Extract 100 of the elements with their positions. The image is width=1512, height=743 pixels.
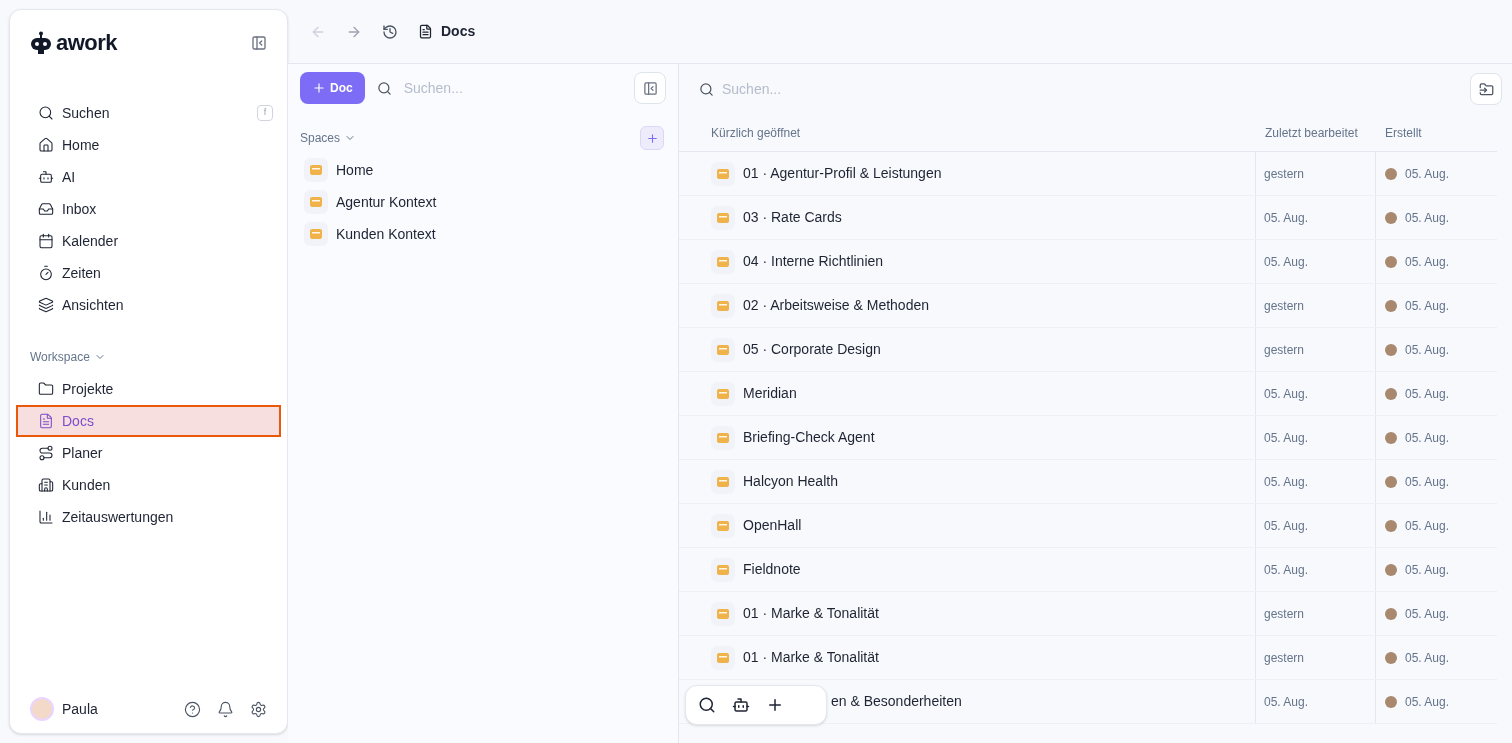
table-cell-text: 05. Aug.: [1405, 473, 1450, 491]
avatar: [1385, 387, 1397, 400]
doc-title[interactable]: Briefing-Check Agent: [743, 427, 875, 448]
table-cell-text: 05. Aug.: [1405, 561, 1450, 579]
document-icon: [418, 24, 433, 39]
doc-title[interactable]: 02 · Arbeitsweise & Methoden: [743, 295, 929, 316]
add-space-button[interactable]: [640, 126, 664, 150]
avatar: [1385, 475, 1397, 488]
folder-import-icon: [1478, 81, 1494, 97]
emoji-icon: [308, 194, 324, 210]
column-header[interactable]: Kürzlich geöffnet: [679, 123, 1256, 142]
table-cell-text: 05. Aug.: [1405, 605, 1450, 623]
search-field[interactable]: Suchen...: [403, 77, 622, 99]
table-cell-text: 05. Aug.: [1264, 429, 1309, 447]
table-cell-text: 05. Aug.: [1264, 253, 1309, 271]
table-cell-text: 05. Aug.: [1405, 341, 1450, 359]
doc-title[interactable]: Fieldnote: [743, 559, 801, 580]
robot-icon[interactable]: [732, 696, 750, 714]
table-cell-text: 05. Aug.: [1264, 385, 1309, 403]
sidebar-item[interactable]: Ansichten: [16, 289, 281, 321]
emoji-icon: [308, 226, 324, 242]
doc-title[interactable]: 01 · Marke & Tonalität: [743, 647, 879, 668]
doc-title[interactable]: 04 · Interne Richtlinien: [743, 251, 884, 272]
new-doc-button[interactable]: Doc: [300, 72, 365, 104]
collapse-panel-button[interactable]: [634, 72, 666, 104]
table-cell-text: 05. Aug.: [1405, 209, 1450, 227]
section-label[interactable]: Spaces: [300, 129, 341, 147]
layers-icon: [38, 297, 54, 313]
doc-title[interactable]: Halcyon Health: [743, 471, 838, 492]
plus-icon: [645, 131, 659, 145]
space-item[interactable]: Kunden Kontext: [336, 223, 436, 245]
sidebar-item[interactable]: Inbox: [16, 193, 281, 225]
robot-logo-icon: [30, 30, 52, 55]
collapse-sidebar-icon[interactable]: [251, 34, 267, 51]
bar-chart-icon: [38, 509, 54, 525]
document-icon: [38, 413, 54, 429]
help-icon[interactable]: [184, 700, 201, 718]
doc-title[interactable]: 03 · Rate Cards: [743, 207, 842, 228]
robot-icon: [38, 169, 54, 185]
sidebar-item[interactable]: Zeiten: [16, 257, 281, 289]
user-name[interactable]: Paula: [62, 698, 98, 720]
table-cell-text: 05. Aug.: [1405, 385, 1450, 403]
search-field[interactable]: Suchen...: [722, 78, 1462, 100]
table-cell-text: gestern: [1264, 341, 1305, 359]
sidebar-item[interactable]: Kunden: [16, 469, 281, 501]
space-item[interactable]: Home: [336, 159, 374, 181]
plus-icon: [312, 81, 326, 95]
avatar: [1385, 299, 1397, 312]
doc-title[interactable]: OpenHall: [743, 515, 802, 536]
table-cell-text: 05. Aug.: [1405, 517, 1450, 535]
search-icon: [376, 80, 392, 96]
doc-title[interactable]: 01 · Marke & Tonalität: [743, 603, 879, 624]
sidebar-item[interactable]: Suchen f: [16, 97, 281, 129]
column-header[interactable]: Erstellt: [1376, 123, 1422, 142]
doc-title[interactable]: Meridian: [743, 383, 797, 404]
sidebar-item[interactable]: Home: [16, 129, 281, 161]
collapse-panel-icon: [642, 80, 658, 96]
calendar-icon: [38, 233, 54, 249]
space-item[interactable]: Agentur Kontext: [336, 191, 437, 213]
section-label[interactable]: Workspace: [30, 348, 90, 366]
sidebar-item[interactable]: Kalender: [16, 225, 281, 257]
sidebar-item[interactable]: Projekte: [16, 373, 281, 405]
folder-icon: [38, 381, 54, 397]
table-cell-text: 05. Aug.: [1405, 253, 1450, 271]
table-cell-text: 05. Aug.: [1405, 429, 1450, 447]
avatar: [1385, 211, 1397, 224]
doc-title[interactable]: 05 · Corporate Design: [743, 339, 881, 360]
avatar: [1385, 651, 1397, 664]
page-title: Docs: [441, 22, 476, 41]
shortcut-key: f: [257, 105, 273, 121]
house-icon: [38, 137, 54, 153]
table-cell-text: 05. Aug.: [1405, 693, 1450, 711]
history-icon[interactable]: [382, 23, 398, 40]
sidebar-item[interactable]: Zeitauswertungen: [16, 501, 281, 533]
search-icon: [699, 81, 714, 97]
column-header[interactable]: Zuletzt bearbeitet: [1256, 123, 1376, 142]
avatar: [1385, 343, 1397, 356]
sidebar-item[interactable]: AI: [16, 161, 281, 193]
sidebar-item[interactable]: Planer: [16, 437, 281, 469]
table-cell-text: gestern: [1264, 297, 1305, 315]
table-cell-text: 05. Aug.: [1405, 297, 1450, 315]
table-cell-text: 05. Aug.: [1264, 693, 1309, 711]
move-to-folder-button[interactable]: [1470, 73, 1502, 105]
doc-title[interactable]: 01 · Agentur-Profil & Leistungen: [743, 163, 942, 184]
logo-text: awork: [56, 29, 117, 57]
emoji-icon: [308, 162, 324, 178]
avatar: [1385, 431, 1397, 444]
building-icon: [38, 477, 54, 493]
table-cell-text: gestern: [1264, 165, 1305, 183]
table-cell-text: 05. Aug.: [1264, 517, 1309, 535]
search-icon: [38, 105, 54, 121]
bell-icon[interactable]: [217, 700, 234, 718]
inbox-icon: [38, 201, 54, 217]
settings-icon[interactable]: [250, 700, 267, 718]
table-cell-text: gestern: [1264, 649, 1305, 667]
avatar: [1385, 695, 1397, 708]
plus-icon[interactable]: [766, 696, 784, 714]
sidebar-item[interactable]: Docs: [16, 405, 281, 437]
search-icon[interactable]: [698, 696, 716, 714]
doc-title[interactable]: en & Besonderheiten: [831, 691, 962, 712]
